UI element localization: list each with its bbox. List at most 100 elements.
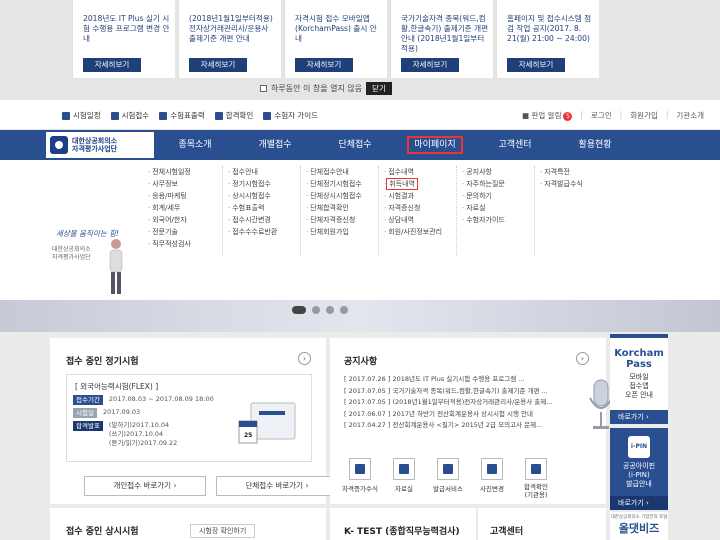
menu-item[interactable]: 접수시간변경	[228, 214, 277, 226]
alarm-link[interactable]: ■ 판업 알림 5	[522, 110, 573, 121]
pager-dot[interactable]	[326, 306, 334, 314]
login-link[interactable]: 로그인	[591, 110, 612, 121]
no-show-checkbox[interactable]	[260, 85, 267, 92]
notice-item[interactable]: [ 2017.06.07 ] 2017년 하반기 전산회계운용사 상시시험 시행…	[344, 409, 594, 421]
popup-detail-button[interactable]: 자세히보기	[507, 58, 565, 72]
search-icon	[525, 458, 547, 480]
notice-panel: 공지사항 › [ 2017.07.26 ] 2018년도 IT Plus 실기시…	[330, 338, 613, 504]
ipin-go-button[interactable]: 바로가기 ›	[610, 496, 668, 510]
menu-item[interactable]: 자료실	[462, 202, 505, 214]
notice-item[interactable]: [ 2017.07.26 ] 2018년도 IT Plus 실기시험 수행용 프…	[344, 374, 594, 386]
service-library[interactable]: 자료실	[390, 458, 418, 499]
menu-item[interactable]: 접수내역	[384, 166, 442, 178]
menu-item[interactable]: 시험결과	[384, 190, 442, 202]
ondemand-panel: 접수 중인 상시시험 시험장 확인하기	[50, 508, 326, 540]
popup-card-text: 2018년도 IT Plus 실기 시험 수행용 프로그램 변경 안내	[83, 14, 170, 43]
quick-link-schedule[interactable]: 시험일정	[62, 110, 101, 121]
quick-link-guide[interactable]: 수험자 가이드	[263, 110, 318, 121]
quick-links: 시험일정 시험접수 수험표출력 합격확인 수험자 가이드	[62, 110, 318, 121]
menu-item[interactable]: 상시시험접수	[228, 190, 277, 202]
menu-item[interactable]: 자격증신청	[384, 202, 442, 214]
pager-dot[interactable]	[340, 306, 348, 314]
menu-item[interactable]: 공지사항	[462, 166, 505, 178]
guide-icon	[263, 111, 272, 120]
join-link[interactable]: 회원가입	[630, 110, 658, 121]
korchampass-banner[interactable]: Korcham Pass 모바일 접수앱 오픈 안내 바로가기 ›	[610, 334, 668, 424]
nav-items: 종목소개 개별접수 단체접수 마이페이지 고객센터 활용현황	[155, 130, 635, 160]
service-issue[interactable]: 발급서비스	[433, 458, 463, 499]
person-icon	[109, 239, 123, 294]
individual-apply-button[interactable]: 개인접수 바로가기 ›	[84, 476, 206, 496]
chevron-right-icon[interactable]: ›	[576, 352, 589, 365]
nav-item-group[interactable]: 단체접수	[315, 130, 395, 160]
menu-item[interactable]: 단체상시시험접수	[306, 190, 362, 202]
menu-item[interactable]: 전문기술	[148, 226, 191, 238]
allthatbiz-banner[interactable]: 대한상공회의소 기업전직 포털 올댓비즈	[610, 512, 668, 540]
mascot-illustration: 세상을 움직이는 힘! 대한상공회의소 자격평가사업단	[46, 224, 136, 299]
nav-item-usage[interactable]: 활용현황	[555, 130, 635, 160]
menu-item[interactable]: 문의하기	[462, 190, 505, 202]
calendar-icon	[62, 111, 70, 120]
menu-item[interactable]: 단체접수안내	[306, 166, 362, 178]
notice-list: [ 2017.07.26 ] 2018년도 IT Plus 실기시험 수행용 프…	[344, 374, 594, 432]
photo-icon	[481, 458, 503, 480]
menu-item[interactable]: 자격발급수식	[540, 178, 583, 190]
notice-item[interactable]: [ 2017.04.27 ] 전산회계운용사 <필기> 2015년 2급 모의고…	[344, 420, 594, 432]
popup-card: 2018년도 IT Plus 실기 시험 수행용 프로그램 변경 안내 자세히보…	[72, 0, 175, 78]
menu-item[interactable]: 사무정보	[148, 178, 191, 190]
org-link[interactable]: 기관소개	[676, 110, 704, 121]
menu-item[interactable]: 상담내역	[384, 214, 442, 226]
site-logo[interactable]: 대한상공회의소 자격평가사업단	[46, 132, 154, 158]
menu-item[interactable]: 자주하는질문	[462, 178, 505, 190]
menu-item[interactable]: 회원/사진정보관리	[384, 226, 442, 238]
ipin-banner[interactable]: i-PIN 공공아이핀 (i-PIN) 발급안내 바로가기 ›	[610, 428, 668, 510]
menu-item[interactable]: 수험자가이드	[462, 214, 505, 226]
popup-detail-button[interactable]: 자세히보기	[189, 58, 247, 72]
nav-item-mypage[interactable]: 마이페이지	[395, 130, 475, 160]
no-show-label: 하루동안 이 창을 열지 않음	[271, 84, 363, 93]
test-center-button[interactable]: 시험장 확인하기	[190, 524, 256, 538]
menu-item[interactable]: 접수안내	[228, 166, 277, 178]
menu-item[interactable]: 정기시험접수	[228, 178, 277, 190]
service-photo[interactable]: 사진변경	[478, 458, 506, 499]
menu-item[interactable]: 직무적성검사	[148, 238, 191, 250]
menu-item[interactable]: 단체회원가입	[306, 226, 362, 238]
popup-detail-button[interactable]: 자세히보기	[295, 58, 353, 72]
menu-item[interactable]: 회계/세무	[148, 202, 191, 214]
period-value: 2017.08.03 ~ 2017.08.09 18:00	[108, 395, 214, 403]
menu-item[interactable]: 자격특전	[540, 166, 583, 178]
korchampass-go-button[interactable]: 바로가기 ›	[610, 410, 668, 424]
ktest-title: K- TEST (종합직무능력검사)	[344, 527, 460, 537]
nav-item-support[interactable]: 고객센터	[475, 130, 555, 160]
chevron-right-icon[interactable]: ›	[298, 352, 311, 365]
notice-item[interactable]: [ 2017.07.05 ] 국가기술자격 종목(워드,컴활,한글속기) 출제기…	[344, 386, 594, 398]
menu-item[interactable]: 단체자격증신청	[306, 214, 362, 226]
menu-item[interactable]: 단체정기시험접수	[306, 178, 362, 190]
popup-detail-button[interactable]: 자세히보기	[83, 58, 141, 72]
exam-panel-title: 접수 중인 정기시험	[66, 357, 139, 367]
service-org-result[interactable]: 합격확인 (기관용)	[522, 458, 550, 499]
quick-link-result[interactable]: 합격확인	[214, 110, 253, 121]
notice-item[interactable]: [ 2017.07.05 ] (2018년1월1일부터적용)전자상거래관리사/운…	[344, 397, 594, 409]
pager-dot[interactable]	[312, 306, 320, 314]
popup-card-text: (2018년1월1일부터적용)전자상거래관리사/운용사 출제기준 개편 안내	[189, 14, 273, 43]
menu-item[interactable]: 접수수수료반환	[228, 226, 277, 238]
nav-item-individual[interactable]: 개별접수	[235, 130, 315, 160]
service-cert-format[interactable]: 자격증가수식	[342, 458, 378, 499]
popup-detail-button[interactable]: 자세히보기	[401, 58, 459, 72]
nav-item-subjects[interactable]: 종목소개	[155, 130, 235, 160]
quick-link-ticket[interactable]: 수험표출력	[159, 110, 205, 121]
menu-item-acquired[interactable]: 취득내역	[384, 178, 442, 190]
menu-item[interactable]: 외국어/한자	[148, 214, 191, 226]
menu-item[interactable]: 단체합격확인	[306, 202, 362, 214]
menu-col-group: 단체접수안내 단체정기시험접수 단체상시시험접수 단체합격확인 단체자격증신청 …	[306, 166, 362, 238]
popup-close-button[interactable]: 닫기	[366, 82, 392, 95]
menu-item[interactable]: 응용/마케팅	[148, 190, 191, 202]
quick-link-apply[interactable]: 시험접수	[110, 110, 149, 121]
menu-item[interactable]: 전체시험일정	[148, 166, 191, 178]
print-icon	[159, 111, 168, 120]
group-apply-button[interactable]: 단체접수 바로가기 ›	[216, 476, 338, 496]
pager-dot[interactable]	[292, 306, 306, 314]
menu-item[interactable]: 수험표출력	[228, 202, 277, 214]
popup-card: (2018년1월1일부터적용)전자상거래관리사/운용사 출제기준 개편 안내 자…	[178, 0, 281, 78]
